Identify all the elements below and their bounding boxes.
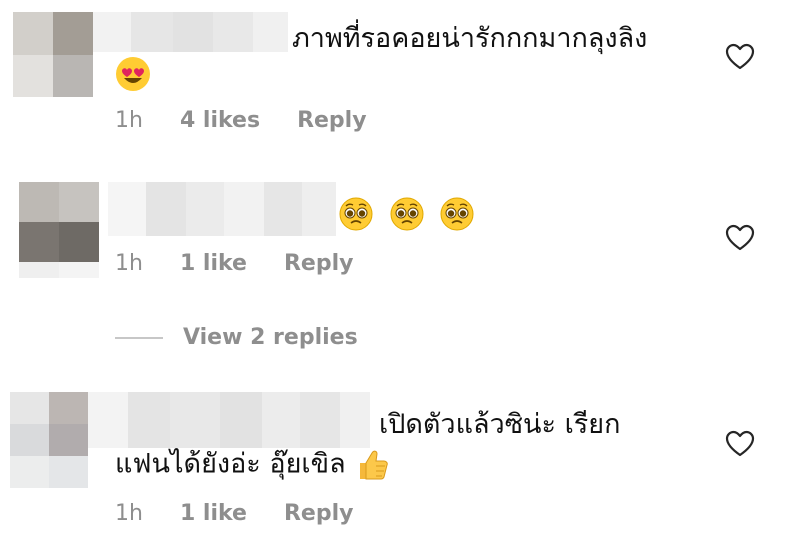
comment-text-line-1: เปิดตัวแล้วซิน่ะ เรียก — [379, 408, 620, 442]
avatar[interactable] — [10, 392, 88, 488]
avatar[interactable] — [19, 182, 99, 278]
reply-button[interactable]: Reply — [284, 251, 354, 276]
view-replies-label: View 2 replies — [183, 325, 358, 350]
comment-2: 1h 1 like Reply — [0, 170, 800, 290]
reply-button[interactable]: Reply — [297, 108, 367, 133]
pleading-face-emoji-icon — [390, 197, 424, 231]
timestamp: 1h — [115, 251, 143, 276]
comment-text-content: เปิดตัวแล้วซิน่ะ เรียก — [379, 409, 621, 440]
pleading-face-emoji-icon — [440, 197, 474, 231]
heart-icon[interactable] — [725, 430, 755, 458]
likes-count[interactable]: 1 like — [180, 251, 247, 276]
likes-count[interactable]: 4 likes — [180, 108, 260, 133]
reply-button[interactable]: Reply — [284, 501, 354, 526]
comment-text-content: ภาพที่รอคอยน่ารักกกมากลุงลิง — [292, 23, 648, 54]
comment-3: เปิดตัวแล้วซิน่ะ เรียก แฟนได้ยังอ่ะ อุ๊ย… — [0, 380, 800, 545]
comment-text — [338, 196, 475, 232]
username-blurred[interactable] — [108, 182, 336, 236]
heart-icon[interactable] — [725, 224, 755, 252]
likes-count[interactable]: 1 like — [180, 501, 247, 526]
username-blurred[interactable] — [88, 392, 370, 448]
comment-meta: 1h 1 like Reply — [115, 251, 390, 276]
comment-text-line-2: แฟนได้ยังอ่ะ อุ๊ยเขิล — [115, 447, 390, 483]
pleading-face-emoji-icon — [339, 197, 373, 231]
comment-1: ภาพที่รอคอยน่ารักกกมากลุงลิง 1h 4 likes … — [0, 0, 800, 150]
comment-text-content: แฟนได้ยังอ่ะ อุ๊ยเขิล — [115, 448, 346, 480]
timestamp: 1h — [115, 108, 143, 133]
timestamp: 1h — [115, 501, 143, 526]
view-replies-button[interactable]: View 2 replies — [115, 325, 358, 350]
divider-line — [115, 336, 163, 339]
heart-icon[interactable] — [725, 43, 755, 71]
username-blurred[interactable] — [93, 12, 288, 52]
thumbs-up-emoji-icon — [360, 450, 389, 480]
comment-meta: 1h 4 likes Reply — [115, 108, 404, 133]
comment-meta: 1h 1 like Reply — [115, 501, 390, 526]
comment-text: ภาพที่รอคอยน่ารักกกมากลุงลิง — [292, 22, 647, 56]
heart-eyes-emoji-icon — [116, 57, 150, 91]
comment-emoji-row — [115, 56, 151, 92]
avatar[interactable] — [13, 12, 93, 97]
